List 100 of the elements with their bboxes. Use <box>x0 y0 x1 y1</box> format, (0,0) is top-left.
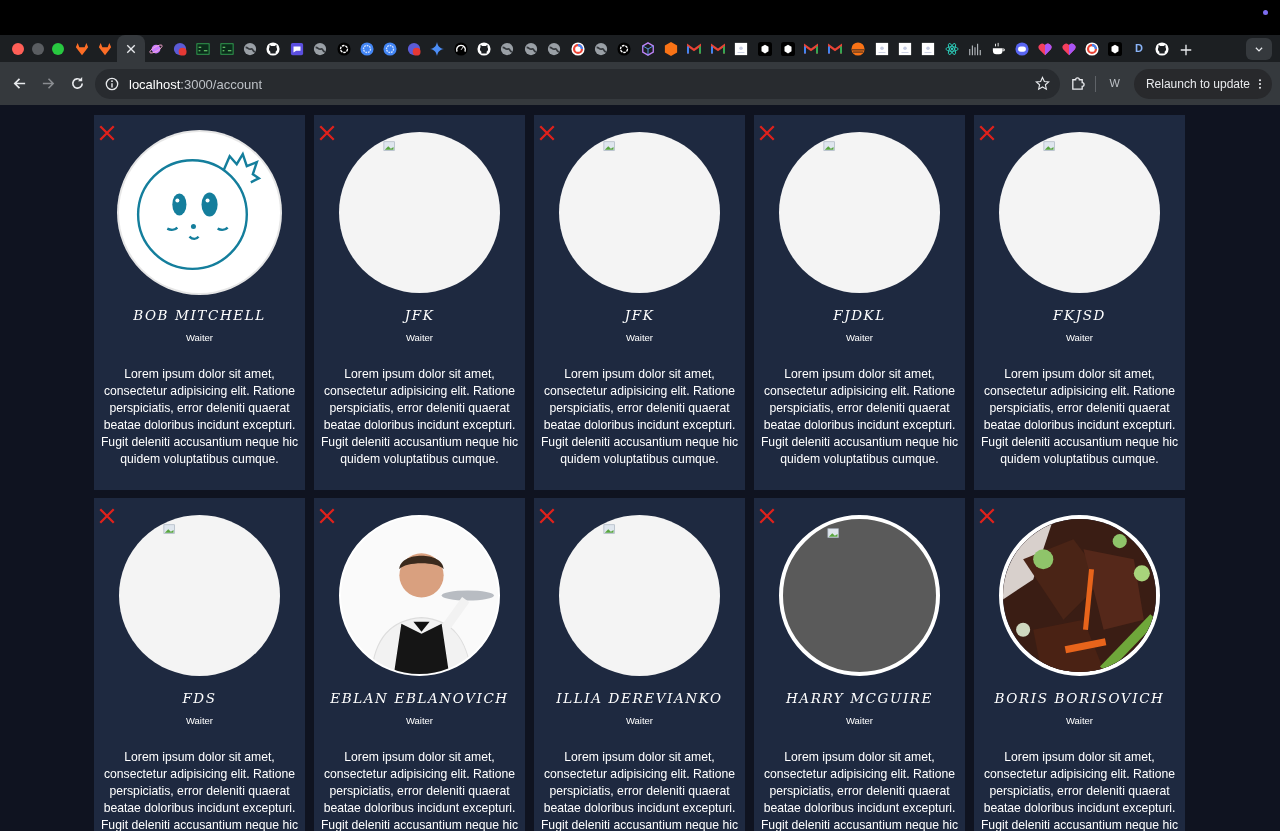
sunset-icon <box>851 41 866 56</box>
person-name: JFK <box>624 306 655 325</box>
fox-icon <box>98 41 113 56</box>
close-icon <box>98 506 116 525</box>
status-dot-icon <box>1263 10 1268 15</box>
close-icon <box>538 123 556 142</box>
broken-image-icon <box>827 527 841 541</box>
role-label: Waiter <box>185 714 214 729</box>
person-name: BORIS BORISOVICH <box>994 689 1165 708</box>
badge-icon <box>172 41 187 56</box>
fox-icon <box>74 41 89 56</box>
back-arrow-icon <box>12 76 27 91</box>
terminal-icon <box>219 41 234 56</box>
globe-icon <box>500 41 515 56</box>
cat-icon <box>476 41 491 56</box>
person-name: EBLAN EBLANOVICH <box>330 689 509 708</box>
description-text: Lorem ipsum dolor sit amet, consectetur adipisicing elit. Ratione perspiciatis, error deleniti quaerat beatae doloribus incidunt excepturi. Fugit deleniti accusantium neque hic <box>99 748 300 831</box>
gear-icon <box>383 41 398 56</box>
envelope-icon <box>687 41 702 56</box>
close-icon <box>318 506 336 525</box>
document-icon <box>897 41 912 56</box>
cube-icon <box>640 41 655 56</box>
globe-icon <box>593 41 608 56</box>
role-label: Waiter <box>845 714 874 729</box>
role-label: Waiter <box>845 331 874 346</box>
document-icon <box>734 41 749 56</box>
cup-icon <box>991 41 1006 56</box>
description-text: Lorem ipsum dolor sit amet, consectetur adipisicing elit. Ratione perspiciatis, error deleniti quaerat beatae doloribus incidunt excepturi. Fugit deleniti accusantium neque hic <box>759 748 960 831</box>
globe-icon <box>523 41 538 56</box>
reload-icon <box>70 76 85 91</box>
role-label: Waiter <box>1065 331 1094 346</box>
close-icon <box>98 123 116 142</box>
role-label: Waiter <box>625 714 654 729</box>
address-bar[interactable]: localhost:3000/account <box>95 68 1060 99</box>
role-label: Waiter <box>185 331 214 346</box>
document-icon <box>874 41 889 56</box>
person-name: HARRY MCGUIRE <box>785 689 934 708</box>
close-icon <box>318 123 336 142</box>
gear-icon <box>360 41 374 56</box>
heart-icon <box>1038 41 1053 56</box>
description-text: Lorem ipsum dolor sit amet, consectetur adipisicing elit. Ratione perspiciatis, error deleniti quaerat beatae doloribus incidunt excepturi. Fugit deleniti accusantium neque hic <box>319 748 520 831</box>
minimize-window-button[interactable] <box>32 42 44 55</box>
profile-button[interactable]: W <box>1101 75 1128 92</box>
chat-icon <box>289 41 304 56</box>
globe-icon <box>243 41 258 56</box>
description-text: Lorem ipsum dolor sit amet, consectetur adipisicing elit. Ratione perspiciatis, error deleniti quaerat beatae doloribus incidunt excepturi. Fugit deleniti accusantium neque hic <box>979 748 1180 831</box>
close-window-button[interactable] <box>12 42 24 55</box>
envelope-icon <box>827 41 842 56</box>
puzzle-piece-icon <box>1069 76 1085 91</box>
close-icon <box>758 506 776 525</box>
info-icon[interactable] <box>105 76 119 91</box>
ring-icon <box>1085 41 1100 56</box>
cat-icon <box>266 41 281 56</box>
close-icon <box>758 123 776 142</box>
document-icon <box>921 41 936 56</box>
gauge-icon <box>453 41 468 56</box>
description-text: Lorem ipsum dolor sit amet, consectetur adipisicing elit. Ratione perspiciatis, error deleniti quaerat beatae doloribus incidunt excepturi. Fugit deleniti accusantium neque hic quidem voluptatibus cumque. <box>759 365 960 468</box>
zoom-window-button[interactable] <box>52 42 64 55</box>
cube-icon <box>781 41 795 56</box>
relaunch-button[interactable]: Relaunch to update <box>1133 68 1272 99</box>
envelope-icon <box>710 41 725 56</box>
atom-icon <box>944 41 959 56</box>
close-icon <box>538 506 556 525</box>
person-name: FJDKL <box>833 306 886 325</box>
close-icon <box>978 506 996 525</box>
person-name: BOB MITCHELL <box>133 306 266 325</box>
description-text: Lorem ipsum dolor sit amet, consectetur adipisicing elit. Ratione perspiciatis, error deleniti quaerat beatae doloribus incidunt excepturi. Fugit deleniti accusantium neque hic quidem voluptatibus cumque. <box>99 365 300 468</box>
planet-icon <box>149 41 164 56</box>
hexagon-icon <box>664 41 679 56</box>
ring-icon <box>570 41 585 56</box>
broken-image-icon <box>603 523 617 537</box>
envelope-icon <box>804 41 819 56</box>
cube-icon <box>1108 41 1123 56</box>
broken-image-icon <box>383 140 397 154</box>
heart-icon <box>1061 41 1076 56</box>
broken-image-icon <box>1043 140 1057 154</box>
globe-icon <box>313 41 328 56</box>
tab-search-button[interactable] <box>1246 37 1272 60</box>
description-text: Lorem ipsum dolor sit amet, consectetur adipisicing elit. Ratione perspiciatis, error deleniti quaerat beatae doloribus incidunt excepturi. Fugit deleniti accusantium neque hic <box>539 748 740 831</box>
bookmark-star-icon[interactable] <box>1034 76 1050 91</box>
person-name: FDS <box>182 689 217 708</box>
cube-icon <box>757 41 772 56</box>
person-name: JFK <box>404 306 435 325</box>
person-name: ILLIA DEREVIANKO <box>556 689 723 708</box>
bar-chart-icon <box>968 41 983 56</box>
active-tab[interactable] <box>116 35 145 62</box>
close-icon[interactable] <box>125 43 136 54</box>
description-text: Lorem ipsum dolor sit amet, consectetur adipisicing elit. Ratione perspiciatis, error deleniti quaerat beatae doloribus incidunt excepturi. Fugit deleniti accusantium neque hic quidem voluptatibus cumque. <box>979 365 1180 468</box>
close-icon <box>978 123 996 142</box>
sparkle-icon <box>430 41 445 56</box>
role-label: Waiter <box>1065 714 1094 729</box>
plus-icon <box>1179 43 1192 56</box>
role-label: Waiter <box>405 331 434 346</box>
role-label: Waiter <box>625 331 654 346</box>
browser-tab[interactable]: D <box>1127 35 1151 62</box>
broken-image-icon <box>163 523 177 537</box>
terminal-icon <box>196 41 211 56</box>
description-text: Lorem ipsum dolor sit amet, consectetur adipisicing elit. Ratione perspiciatis, error deleniti quaerat beatae doloribus incidunt excepturi. Fugit deleniti accusantium neque hic quidem voluptatibus cumque. <box>539 365 740 468</box>
badge-icon <box>406 41 421 56</box>
globe-icon <box>547 41 562 56</box>
